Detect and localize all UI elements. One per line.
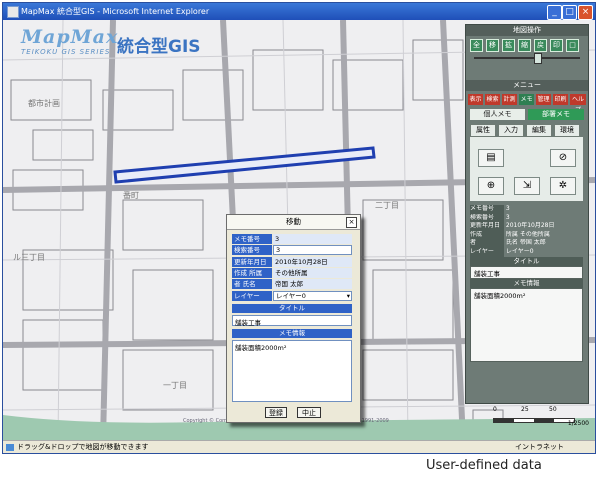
scale-tick: 25 [521,406,529,413]
search-no-input[interactable]: 3 [273,245,352,255]
full-view-icon[interactable]: 全 [470,39,483,52]
menu-header: メニュー [466,80,588,91]
browser-window: MapMax 統合型GIS - Microsoft Internet Explo… [2,2,596,454]
scale-graphic [493,418,575,423]
dialog-title-input[interactable]: 舗装工事 [232,315,352,327]
map-ops-header: 地図操作 [466,25,588,36]
close-button[interactable]: × [578,5,593,20]
dialog-memo-textarea[interactable]: 舗装面積2000m² [232,340,352,402]
maximize-button[interactable]: □ [562,5,577,20]
dialog-close-icon[interactable]: × [346,217,357,228]
scale-tick: 0 [493,406,497,413]
menu-manage-button[interactable]: 管理 [536,94,551,105]
logo-brand: MapMax [21,26,119,48]
logo-product: 統合型GIS [117,37,201,57]
add-memo-icon[interactable]: ⊕ [478,177,504,195]
minimize-button[interactable]: _ [547,5,562,20]
panel-memo-header: メモ情報 [470,278,583,288]
chevron-down-icon: ▾ [346,292,350,300]
zoom-out-icon[interactable]: 縮 [518,39,531,52]
page-icon [6,444,14,451]
control-panel: 地図操作 全 移 拡 縮 戻 印 □ メニュー 表示 検索 計測 メモ 管理 印… [465,24,589,404]
scale-tick: 50 [549,406,557,413]
memo-line-shape[interactable] [113,146,376,184]
tab-attribute[interactable]: 属性 [470,124,496,137]
layer-select[interactable]: レイヤー0 ▾ [273,291,352,301]
menu-display-button[interactable]: 表示 [468,94,483,105]
mapmax-logo: MapMax TEIKOKU GIS SERIES 統合型GIS [15,26,239,66]
dialog-row-memo-no: メモ番号 3 [232,234,354,244]
info-row-dept: 作成 所属 その他所属 [470,230,550,240]
zoom-in-icon[interactable]: 拡 [502,39,515,52]
zoom-slider[interactable] [474,53,580,64]
dialog-row-layer: レイヤー レイヤー0 ▾ [232,291,352,301]
menu-search-button[interactable]: 検索 [485,94,500,105]
status-bar: ドラッグ&ドロップで地図が移動できます イントラネット [3,440,595,453]
map-canvas[interactable]: MapMax TEIKOKU GIS SERIES 統合型GIS 都市計画 番町… [3,20,595,440]
menu-memo-button[interactable]: メモ [519,94,534,105]
dialog-row-updated: 更新年月日 2010年10月28日 [232,257,354,267]
dialog-memo-header: メモ情報 [232,329,352,338]
logo-series: TEIKOKU GIS SERIES [21,48,111,56]
tab-environment[interactable]: 環境 [554,124,580,137]
map-label: 番町 [123,191,139,200]
info-row-name: 者 氏名 帝国 太郎 [470,239,546,248]
menu-measure-button[interactable]: 計測 [502,94,517,105]
window-icon[interactable]: □ [566,39,579,52]
rotate-icon[interactable]: ✲ [550,177,576,195]
dialog-row-name: 者 氏名 帝国 太郎 [232,279,354,289]
map-label: 二丁目 [375,201,399,210]
ie-icon [7,6,19,18]
menu-help-button[interactable]: ヘルプ [570,94,586,114]
memo-info: メモ番号 3 検索番号 3 更新年月日 2010年10月28日 作成 所属 その… [470,205,583,362]
caption: User-defined data [426,458,542,473]
register-button[interactable]: 登録 [265,407,287,418]
map-label: 都市計画 [28,99,60,108]
info-row-layer: レイヤー レイヤー0 [470,247,534,257]
print-icon[interactable]: 印 [550,39,563,52]
move-memo-icon[interactable]: ⇲ [514,177,540,195]
zoom-slider-knob[interactable] [534,53,542,64]
scale-ratio: 1/2500 [567,420,589,427]
cancel-button[interactable]: 中止 [297,407,321,418]
panel-memo-value: 舗装面積2000m² [470,287,583,362]
window-title: MapMax 統合型GIS - Microsoft Internet Explo… [21,7,210,16]
info-row-updated: 更新年月日 2010年10月28日 [470,222,555,231]
delete-icon[interactable]: ⊘ [550,149,576,167]
move-dialog: 移動 × メモ番号 3 検索番号 3 更新年月日 2010年10月28日 作成 … [226,214,361,423]
map-label: 一丁目 [163,381,187,390]
dialog-titlebar: 移動 × [227,215,360,230]
tab-input[interactable]: 入力 [498,124,524,137]
tab-edit[interactable]: 編集 [526,124,552,137]
dialog-title-header: タイトル [232,304,352,313]
info-row-memo-no: メモ番号 3 [470,205,510,214]
dialog-row-search-no: 検索番号 3 [232,245,354,255]
tab-department-memo[interactable]: 部署メモ [528,109,584,120]
status-text: ドラッグ&ドロップで地図が移動できます [17,443,149,451]
dialog-title: 移動 [286,217,301,226]
menu-print-button[interactable]: 印刷 [553,94,568,105]
table-icon[interactable]: ▤ [478,149,504,167]
panel-title-header: タイトル [470,256,583,266]
title-bar: MapMax 統合型GIS - Microsoft Internet Explo… [3,3,595,20]
map-label: ル三丁目 [13,253,45,262]
tab-personal-memo[interactable]: 個人メモ [470,109,525,120]
back-icon[interactable]: 戻 [534,39,547,52]
pan-icon[interactable]: 移 [486,39,499,52]
panel-title-value: 舗装工事 [470,265,583,279]
scale-bar: 0 25 50 1/2500 [493,406,589,427]
dialog-row-dept: 作成 所属 その他所属 [232,268,354,278]
zone-text: イントラネット [515,443,564,451]
info-row-search-no: 検索番号 3 [470,213,510,223]
